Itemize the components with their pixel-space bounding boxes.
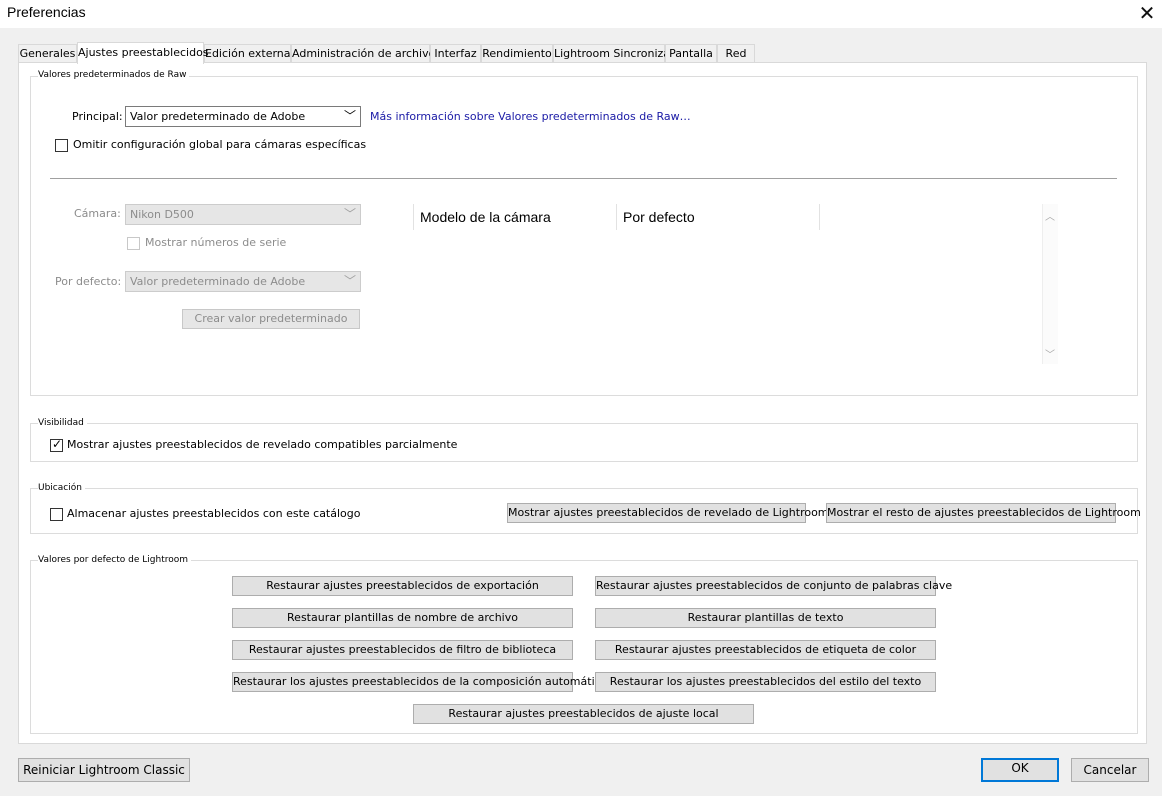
chevron-down-icon: ﹀ bbox=[343, 207, 356, 221]
tab-rendimiento[interactable]: Rendimiento bbox=[481, 44, 553, 63]
camera-label: Cámara: bbox=[74, 207, 121, 220]
tab-ajustes-preestablecidos[interactable]: Ajustes preestablecidos bbox=[77, 42, 209, 64]
restore-color-label-presets-button[interactable]: Restaurar ajustes preestablecidos de eti… bbox=[595, 640, 936, 660]
raw-defaults-more-info-link[interactable]: Más información sobre Valores predetermi… bbox=[370, 110, 691, 123]
restore-auto-layout-presets-button[interactable]: Restaurar los ajustes preestablecidos de… bbox=[232, 672, 607, 692]
show-partial-label: Mostrar ajustes preestablecidos de revel… bbox=[67, 438, 458, 451]
close-icon[interactable]: ✕ bbox=[1136, 2, 1158, 24]
restore-local-adjustment-presets-button[interactable]: Restaurar ajustes preestablecidos de aju… bbox=[413, 704, 754, 724]
tab-red[interactable]: Red bbox=[717, 44, 755, 63]
restore-export-presets-button[interactable]: Restaurar ajustes preestablecidos de exp… bbox=[232, 576, 573, 596]
show-serial-label: Mostrar números de serie bbox=[145, 236, 287, 249]
restore-filename-templates-button[interactable]: Restaurar plantillas de nombre de archiv… bbox=[232, 608, 573, 628]
tab-pantalla[interactable]: Pantalla bbox=[665, 44, 717, 63]
camera-select-value: Nikon D500 bbox=[130, 208, 194, 221]
camera-select[interactable]: Nikon D500 ﹀ bbox=[125, 204, 361, 225]
tab-administracion-archivos[interactable]: Administración de archivos bbox=[291, 44, 441, 63]
chevron-down-icon: ﹀ bbox=[343, 109, 356, 123]
show-develop-presets-button[interactable]: Mostrar ajustes preestablecidos de revel… bbox=[507, 503, 829, 523]
chevron-up-icon[interactable]: ︿ bbox=[1045, 208, 1055, 223]
table-column-blank bbox=[386, 204, 414, 230]
restore-library-filter-presets-button[interactable]: Restaurar ajustes preestablecidos de fil… bbox=[232, 640, 573, 660]
table-column-modelo[interactable]: Modelo de la cámara bbox=[414, 204, 617, 230]
show-other-presets-button[interactable]: Mostrar el resto de ajustes preestableci… bbox=[826, 503, 1141, 523]
checkmark-icon: ✓ bbox=[52, 437, 63, 451]
location-group-label: Ubicación bbox=[38, 483, 85, 493]
override-cameras-label: Omitir configuración global para cámaras… bbox=[73, 138, 367, 151]
chevron-down-icon[interactable]: ﹀ bbox=[1045, 346, 1055, 361]
visibility-group-label: Visibilidad bbox=[38, 418, 87, 428]
raw-defaults-group-label: Valores predeterminados de Raw bbox=[38, 70, 190, 80]
lightroom-defaults-group-label: Valores por defecto de Lightroom bbox=[38, 555, 192, 565]
tab-interfaz[interactable]: Interfaz bbox=[430, 44, 481, 63]
show-serial-checkbox[interactable] bbox=[127, 237, 140, 250]
tab-lightroom-sincronizar[interactable]: Lightroom Sincronizar bbox=[553, 44, 675, 63]
camera-table-header: Modelo de la cámara Por defecto bbox=[386, 204, 886, 230]
default-select-value: Valor predeterminado de Adobe bbox=[130, 275, 306, 288]
override-cameras-checkbox[interactable] bbox=[55, 139, 68, 152]
table-column-por-defecto[interactable]: Por defecto bbox=[617, 204, 820, 230]
restore-keyword-set-presets-button[interactable]: Restaurar ajustes preestablecidos de con… bbox=[595, 576, 952, 596]
cancel-button[interactable]: Cancelar bbox=[1071, 758, 1149, 782]
restart-lightroom-button[interactable]: Reiniciar Lightroom Classic bbox=[18, 758, 190, 782]
principal-label: Principal: bbox=[72, 110, 123, 123]
tab-generales[interactable]: Generales bbox=[18, 44, 77, 63]
principal-select-value: Valor predeterminado de Adobe bbox=[130, 110, 306, 123]
window-title: Preferencias bbox=[7, 4, 86, 20]
title-bar: Preferencias ✕ bbox=[0, 0, 1162, 28]
store-with-catalog-label: Almacenar ajustes preestablecidos con es… bbox=[67, 507, 361, 520]
ok-button[interactable]: OK bbox=[981, 758, 1059, 782]
table-column-extra bbox=[820, 204, 886, 230]
tab-edicion-externa[interactable]: Edición externa bbox=[204, 44, 291, 63]
camera-table-scrollbar[interactable] bbox=[1042, 204, 1058, 364]
chevron-down-icon: ﹀ bbox=[343, 274, 356, 288]
principal-select[interactable]: Valor predeterminado de Adobe ﹀ bbox=[125, 106, 361, 127]
restore-text-templates-button[interactable]: Restaurar plantillas de texto bbox=[595, 608, 936, 628]
store-with-catalog-checkbox[interactable] bbox=[50, 508, 63, 521]
show-partial-checkbox[interactable]: ✓ bbox=[50, 437, 63, 452]
default-label: Por defecto: bbox=[55, 275, 122, 288]
divider bbox=[50, 178, 1117, 179]
default-select[interactable]: Valor predeterminado de Adobe ﹀ bbox=[125, 271, 361, 292]
restore-text-style-presets-button[interactable]: Restaurar los ajustes preestablecidos de… bbox=[595, 672, 936, 692]
create-default-button[interactable]: Crear valor predeterminado bbox=[182, 309, 360, 329]
